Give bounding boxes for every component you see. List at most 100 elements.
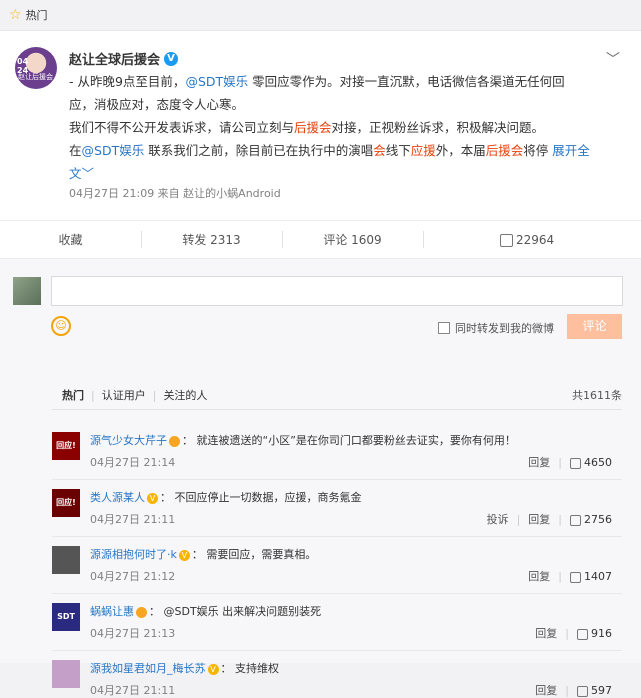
comment-username[interactable]: 蜗蜗让惠 <box>90 605 134 618</box>
comment-date: 04月27日 21:14 <box>90 456 176 469</box>
vip-badge-icon: V <box>147 492 158 504</box>
chevron-down-icon[interactable]: ﹀ <box>606 49 620 69</box>
like-button[interactable]: 22964 <box>423 221 641 258</box>
repost-checkbox[interactable]: 同时转发到我的微博 <box>438 320 554 336</box>
comment-colon: ： <box>220 662 235 675</box>
comment-date: 04月27日 21:11 <box>90 513 176 526</box>
comment-date: 04月27日 21:11 <box>90 684 176 697</box>
collect-label: 收藏 <box>58 233 83 247</box>
comment-avatar[interactable]: SDT <box>52 603 80 631</box>
action-separator: | <box>516 512 521 526</box>
comment-area: ☺ 同时转发到我的微博 评论 热门 | 认证用户 | 关注的人 共1611条 回… <box>0 259 641 697</box>
comment-avatar[interactable] <box>52 546 80 574</box>
tab-verified-users[interactable]: 认证用户 <box>102 387 146 403</box>
reply-button[interactable]: 回复 <box>535 682 557 698</box>
tab-separator: | <box>152 388 157 402</box>
comment-text: 源我如星君如月_梅长苏 V： 支持维权 <box>90 660 279 676</box>
reply-button[interactable]: 回复 <box>535 625 557 641</box>
post-text: 应援 <box>410 143 436 158</box>
reply-button[interactable]: 回复 <box>528 568 550 584</box>
comment-username[interactable]: 源源相抱何时了·k <box>90 548 177 561</box>
comment-date: 04月27日 21:12 <box>90 570 176 583</box>
verified-icon: V <box>164 51 179 66</box>
action-separator: | <box>565 626 569 640</box>
comment-label: 评论 1609 <box>323 233 382 247</box>
thumbs-up-icon[interactable] <box>570 514 581 526</box>
hot-header: ☆ 热门 <box>0 0 641 31</box>
comment-like-count: 2756 <box>584 512 612 526</box>
post-line: 在@SDT娱乐 联系我们之前，除目前已在执行中的演唱会线下应援外，本届后援会将停… <box>69 139 617 162</box>
thumbs-up-icon[interactable] <box>577 628 588 640</box>
post-text: 会 <box>373 143 386 158</box>
reply-button[interactable]: 回复 <box>528 511 550 527</box>
post-text: - 从昨晚9点至目前， <box>69 74 186 89</box>
comment-actions: 回复 | 1407 <box>528 568 612 584</box>
comment-like-count: 597 <box>591 683 612 697</box>
comment-colon: ： <box>160 491 175 504</box>
tab-separator: | <box>91 388 95 402</box>
report-button[interactable]: 投诉 <box>487 511 509 527</box>
author-name[interactable]: 赵让全球后援会 V <box>69 49 179 68</box>
post-text: 后援会 <box>485 143 524 158</box>
avatar-caption: 赵让后援会 <box>18 73 53 81</box>
emoji-icon[interactable]: ☺ <box>51 316 71 336</box>
post-text: 对接，正视粉丝诉求，积极解决问题。 <box>331 120 545 135</box>
comment-text: 类人源某人 V： 不回应停止一切数据，应援，商务氪金 <box>90 489 362 505</box>
thumbs-up-icon[interactable] <box>577 685 588 697</box>
comment-input[interactable] <box>51 276 623 306</box>
action-bar: 收藏 转发 2313 评论 1609 22964 <box>0 220 641 259</box>
post-link[interactable]: @SDT娱乐 <box>185 74 248 89</box>
action-separator: | <box>558 455 562 469</box>
divider <box>52 536 622 537</box>
checkbox-label: 同时转发到我的微博 <box>455 322 554 335</box>
comment-body: @SDT娱乐 出来解决问题别装死 <box>163 605 322 618</box>
comment-username[interactable]: 源气少女大芹子 <box>90 434 167 447</box>
current-user-avatar <box>13 277 41 305</box>
divider <box>52 409 622 410</box>
comment-body: 支持维权 <box>235 662 279 675</box>
submit-comment-button[interactable]: 评论 <box>567 314 622 339</box>
comment-text: 蜗蜗让惠 ： @SDT娱乐 出来解决问题别装死 <box>90 603 321 619</box>
weibo-post-card: 04 24 赵让后援会 赵让全球后援会 V ﹀ - 从昨晚9点至目前，@SDT娱乐… <box>0 31 641 697</box>
post-text: 在 <box>69 143 82 158</box>
comment-colon: ： <box>191 548 207 561</box>
star-icon: ☆ <box>9 7 22 23</box>
comment-tabs: 热门 | 认证用户 | 关注的人 共1611条 <box>62 387 622 403</box>
post-text: 应，消极应对，态度令人心寒。 <box>69 97 245 112</box>
author-name-text[interactable]: 赵让全球后援会 <box>69 49 160 68</box>
post-link[interactable]: @SDT娱乐 <box>82 143 145 158</box>
comment-like-count: 1407 <box>584 569 612 583</box>
comment-username[interactable]: 源我如星君如月_梅长苏 <box>90 662 206 675</box>
post-link[interactable]: 展开全 <box>552 143 590 158</box>
comment-like-count: 4650 <box>584 455 612 469</box>
post-text: 外，本届 <box>435 143 486 158</box>
author-avatar[interactable]: 04 24 赵让后援会 <box>15 47 57 89</box>
post-link[interactable]: 文﹀ <box>69 166 94 181</box>
reply-button[interactable]: 回复 <box>528 454 550 470</box>
vip-badge-icon: V <box>207 663 219 675</box>
comment-username[interactable]: 类人源某人 <box>90 491 145 504</box>
comment-avatar[interactable]: 回应! <box>52 489 80 517</box>
action-separator: | <box>565 683 569 697</box>
like-count: 22964 <box>516 232 555 247</box>
comment-colon: ： <box>182 434 197 447</box>
comment-body: 就连被遗送的“小区”是在你司门口都要粉丝去证实，要你有何用！ <box>196 434 516 447</box>
checkbox-box[interactable] <box>438 322 450 334</box>
post-line: 应，消极应对，态度令人心寒。 <box>69 93 617 116</box>
comment-avatar[interactable] <box>52 660 80 688</box>
thumbs-up-icon[interactable] <box>570 457 581 469</box>
collect-button[interactable]: 收藏 <box>0 221 141 258</box>
comment-avatar[interactable]: 回应! <box>52 432 80 460</box>
thumbs-up-icon[interactable] <box>570 571 581 583</box>
comment-actions: 回复 | 597 <box>535 682 612 698</box>
tab-hot[interactable]: 热门 <box>62 387 84 403</box>
comment-body: 不回应停止一切数据，应援，商务氪金 <box>174 491 362 504</box>
tab-following[interactable]: 关注的人 <box>163 387 207 403</box>
comment-body: 需要回应，需要真相。 <box>206 548 317 561</box>
repost-button[interactable]: 转发 2313 <box>141 221 282 258</box>
vip-badge-icon: V <box>178 549 190 561</box>
comment-button[interactable]: 评论 1609 <box>282 221 423 258</box>
post-line: 文﹀ <box>69 162 617 185</box>
comment-colon: ： <box>149 605 164 618</box>
post-text: 将停 <box>523 143 553 158</box>
